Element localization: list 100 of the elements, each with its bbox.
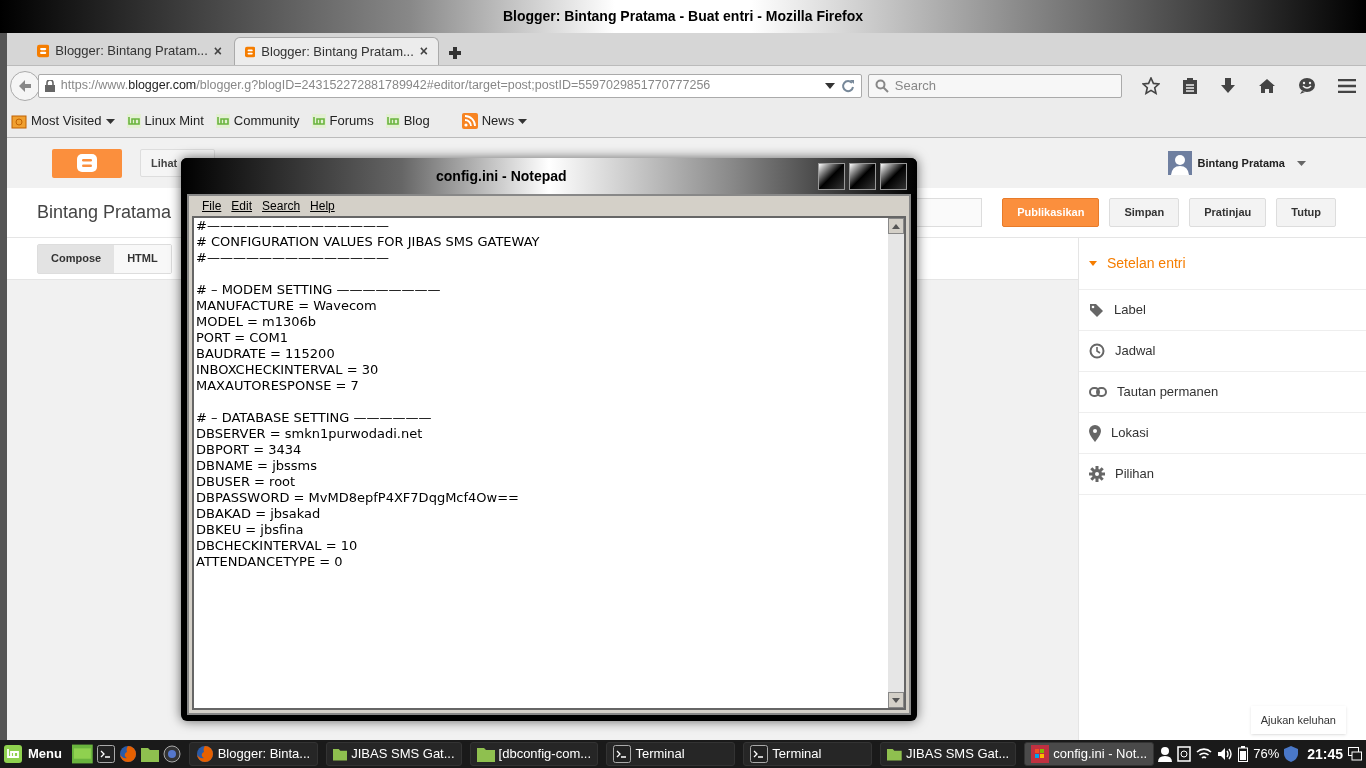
- gear-icon: [1089, 466, 1105, 482]
- location-pin-icon: [1089, 424, 1101, 442]
- text-line: DBPORT = 3434: [196, 442, 302, 458]
- mode-tab[interactable]: HTML: [114, 244, 171, 273]
- text-line: MANUFACTURE = Wavecom: [196, 298, 377, 314]
- chat-icon[interactable]: [1298, 77, 1316, 94]
- menu-item[interactable]: Help: [310, 197, 335, 215]
- rss-icon: [461, 113, 478, 129]
- terminal-icon[interactable]: [96, 745, 115, 763]
- tab-title: Blogger: Bintang Pratam...: [261, 42, 414, 61]
- menu-item[interactable]: File: [202, 197, 222, 215]
- menu-item[interactable]: Edit: [231, 197, 253, 215]
- taskbar-button[interactable]: Terminal: [743, 742, 873, 766]
- taskbar-button[interactable]: config.ini - Not...: [1024, 742, 1155, 766]
- home-icon[interactable]: [1258, 77, 1276, 94]
- text-line: DBKEU = jbsfina: [196, 522, 304, 538]
- mint-logo-icon: [126, 114, 141, 128]
- mint-logo-icon: [215, 114, 230, 128]
- browser-tab[interactable]: Blogger: Bintang Pratam... ×: [234, 37, 439, 65]
- firefox-icon[interactable]: [118, 745, 137, 763]
- url-field[interactable]: https://www.blogger.com/blogger.g?blogID=243152272881789942#editor/target=post;postID=5597029851770777256: [37, 73, 862, 98]
- close-button[interactable]: [880, 162, 907, 190]
- feedback-button[interactable]: Ajukan keluhan: [1250, 706, 1346, 734]
- settings-item[interactable]: Tautan permanen: [1079, 372, 1366, 413]
- back-arrow-icon: [17, 78, 32, 93]
- close-icon[interactable]: ×: [419, 41, 428, 62]
- settings-item[interactable]: Label: [1079, 290, 1366, 331]
- maximize-button[interactable]: [849, 162, 876, 190]
- scrollbar[interactable]: [888, 218, 904, 708]
- settings-item[interactable]: Jadwal: [1079, 331, 1366, 372]
- update-icon[interactable]: [1177, 746, 1192, 762]
- desktop-icon[interactable]: [71, 744, 93, 764]
- bookmark-item[interactable]: News: [461, 111, 528, 131]
- scroll-down-button[interactable]: [888, 692, 904, 708]
- close-icon[interactable]: ×: [213, 40, 222, 62]
- camera-lens-icon[interactable]: [162, 745, 181, 763]
- caret-icon[interactable]: [1297, 160, 1306, 166]
- window-title: config.ini - Notepad: [436, 166, 567, 186]
- menu-item[interactable]: Search: [262, 197, 301, 215]
- blogger-icon: [37, 43, 50, 59]
- clipboard-icon[interactable]: [1182, 76, 1198, 95]
- lock-icon: [44, 79, 55, 92]
- bookmark-item[interactable]: Blog: [385, 111, 430, 131]
- search-icon: [874, 78, 889, 93]
- firefox-icon: [195, 745, 214, 763]
- star-icon[interactable]: [1142, 76, 1160, 95]
- taskbar-button[interactable]: [dbconfig-com...: [469, 742, 599, 766]
- download-icon[interactable]: [1220, 76, 1236, 95]
- terminal-icon: [613, 745, 632, 763]
- caret-icon[interactable]: [1089, 261, 1097, 266]
- bookmark-item[interactable]: Forums: [311, 111, 374, 131]
- bookmark-item[interactable]: Most Visited: [11, 111, 115, 131]
- user-name[interactable]: Bintang Pratama: [1197, 154, 1285, 172]
- caret-icon: [105, 118, 115, 124]
- minimize-button[interactable]: [818, 162, 845, 190]
- action-button[interactable]: Tutup: [1276, 198, 1336, 227]
- mint-logo-icon: [385, 114, 400, 128]
- text-line: MODEL = m1306b: [196, 314, 317, 330]
- shield-icon[interactable]: [1284, 746, 1299, 762]
- reload-icon[interactable]: [840, 78, 855, 93]
- tag-icon: [1089, 302, 1104, 318]
- blogger-icon: [77, 154, 97, 172]
- text-line: PORT = COM1: [196, 330, 289, 346]
- back-button[interactable]: [10, 70, 40, 101]
- settings-item[interactable]: Pilihan: [1079, 454, 1366, 495]
- mint-logo-icon: [4, 745, 22, 763]
- text-line: #——————————————: [196, 218, 389, 234]
- settings-item[interactable]: Lokasi: [1079, 413, 1366, 454]
- text-line: DBPASSWORD = MvMD8epfP4XF7DqgMcf4Ow==: [196, 490, 519, 506]
- bookmark-item[interactable]: Linux Mint: [126, 111, 204, 131]
- clock[interactable]: 21:45: [1307, 743, 1343, 765]
- bookmark-item[interactable]: Community: [215, 111, 300, 131]
- action-button[interactable]: Simpan: [1109, 198, 1180, 227]
- text-line: # – DATABASE SETTING ——————: [196, 410, 432, 426]
- folder-icon[interactable]: [140, 746, 159, 762]
- menu-icon[interactable]: [1338, 78, 1356, 93]
- scroll-up-button[interactable]: [888, 218, 904, 234]
- text-line: # CONFIGURATION VALUES FOR JIBAS SMS GATEWAY: [196, 234, 540, 250]
- user-icon[interactable]: [1158, 746, 1173, 762]
- start-menu-button[interactable]: Menu: [4, 744, 68, 764]
- action-button[interactable]: Pratinjau: [1189, 198, 1267, 227]
- browser-tab[interactable]: Blogger: Bintang Pratam... ×: [27, 37, 232, 65]
- notepad-icon: [1031, 745, 1050, 763]
- wifi-icon[interactable]: [1196, 747, 1213, 761]
- folder-icon: [332, 746, 348, 762]
- text-line: # – MODEM SETTING ————————: [196, 282, 441, 298]
- taskbar-button[interactable]: Blogger: Binta...: [188, 742, 318, 766]
- mode-tab[interactable]: Compose: [38, 244, 115, 273]
- text-line: DBNAME = jbssms: [196, 458, 317, 474]
- taskbar-button[interactable]: JIBAS SMS Gat...: [325, 742, 462, 766]
- taskbar-button[interactable]: JIBAS SMS Gat...: [880, 742, 1017, 766]
- volume-icon[interactable]: [1217, 747, 1234, 761]
- taskbar-button[interactable]: Terminal: [606, 742, 736, 766]
- new-tab-icon[interactable]: [449, 47, 461, 59]
- avatar-icon[interactable]: [1167, 151, 1192, 175]
- text-line: DBCHECKINTERVAL = 10: [196, 538, 358, 554]
- battery-icon[interactable]: [1238, 746, 1249, 762]
- dropdown-icon[interactable]: [824, 82, 835, 89]
- text-line: MAXAUTORESPONSE = 7: [196, 378, 359, 394]
- show-desktop-icon[interactable]: [1348, 747, 1362, 761]
